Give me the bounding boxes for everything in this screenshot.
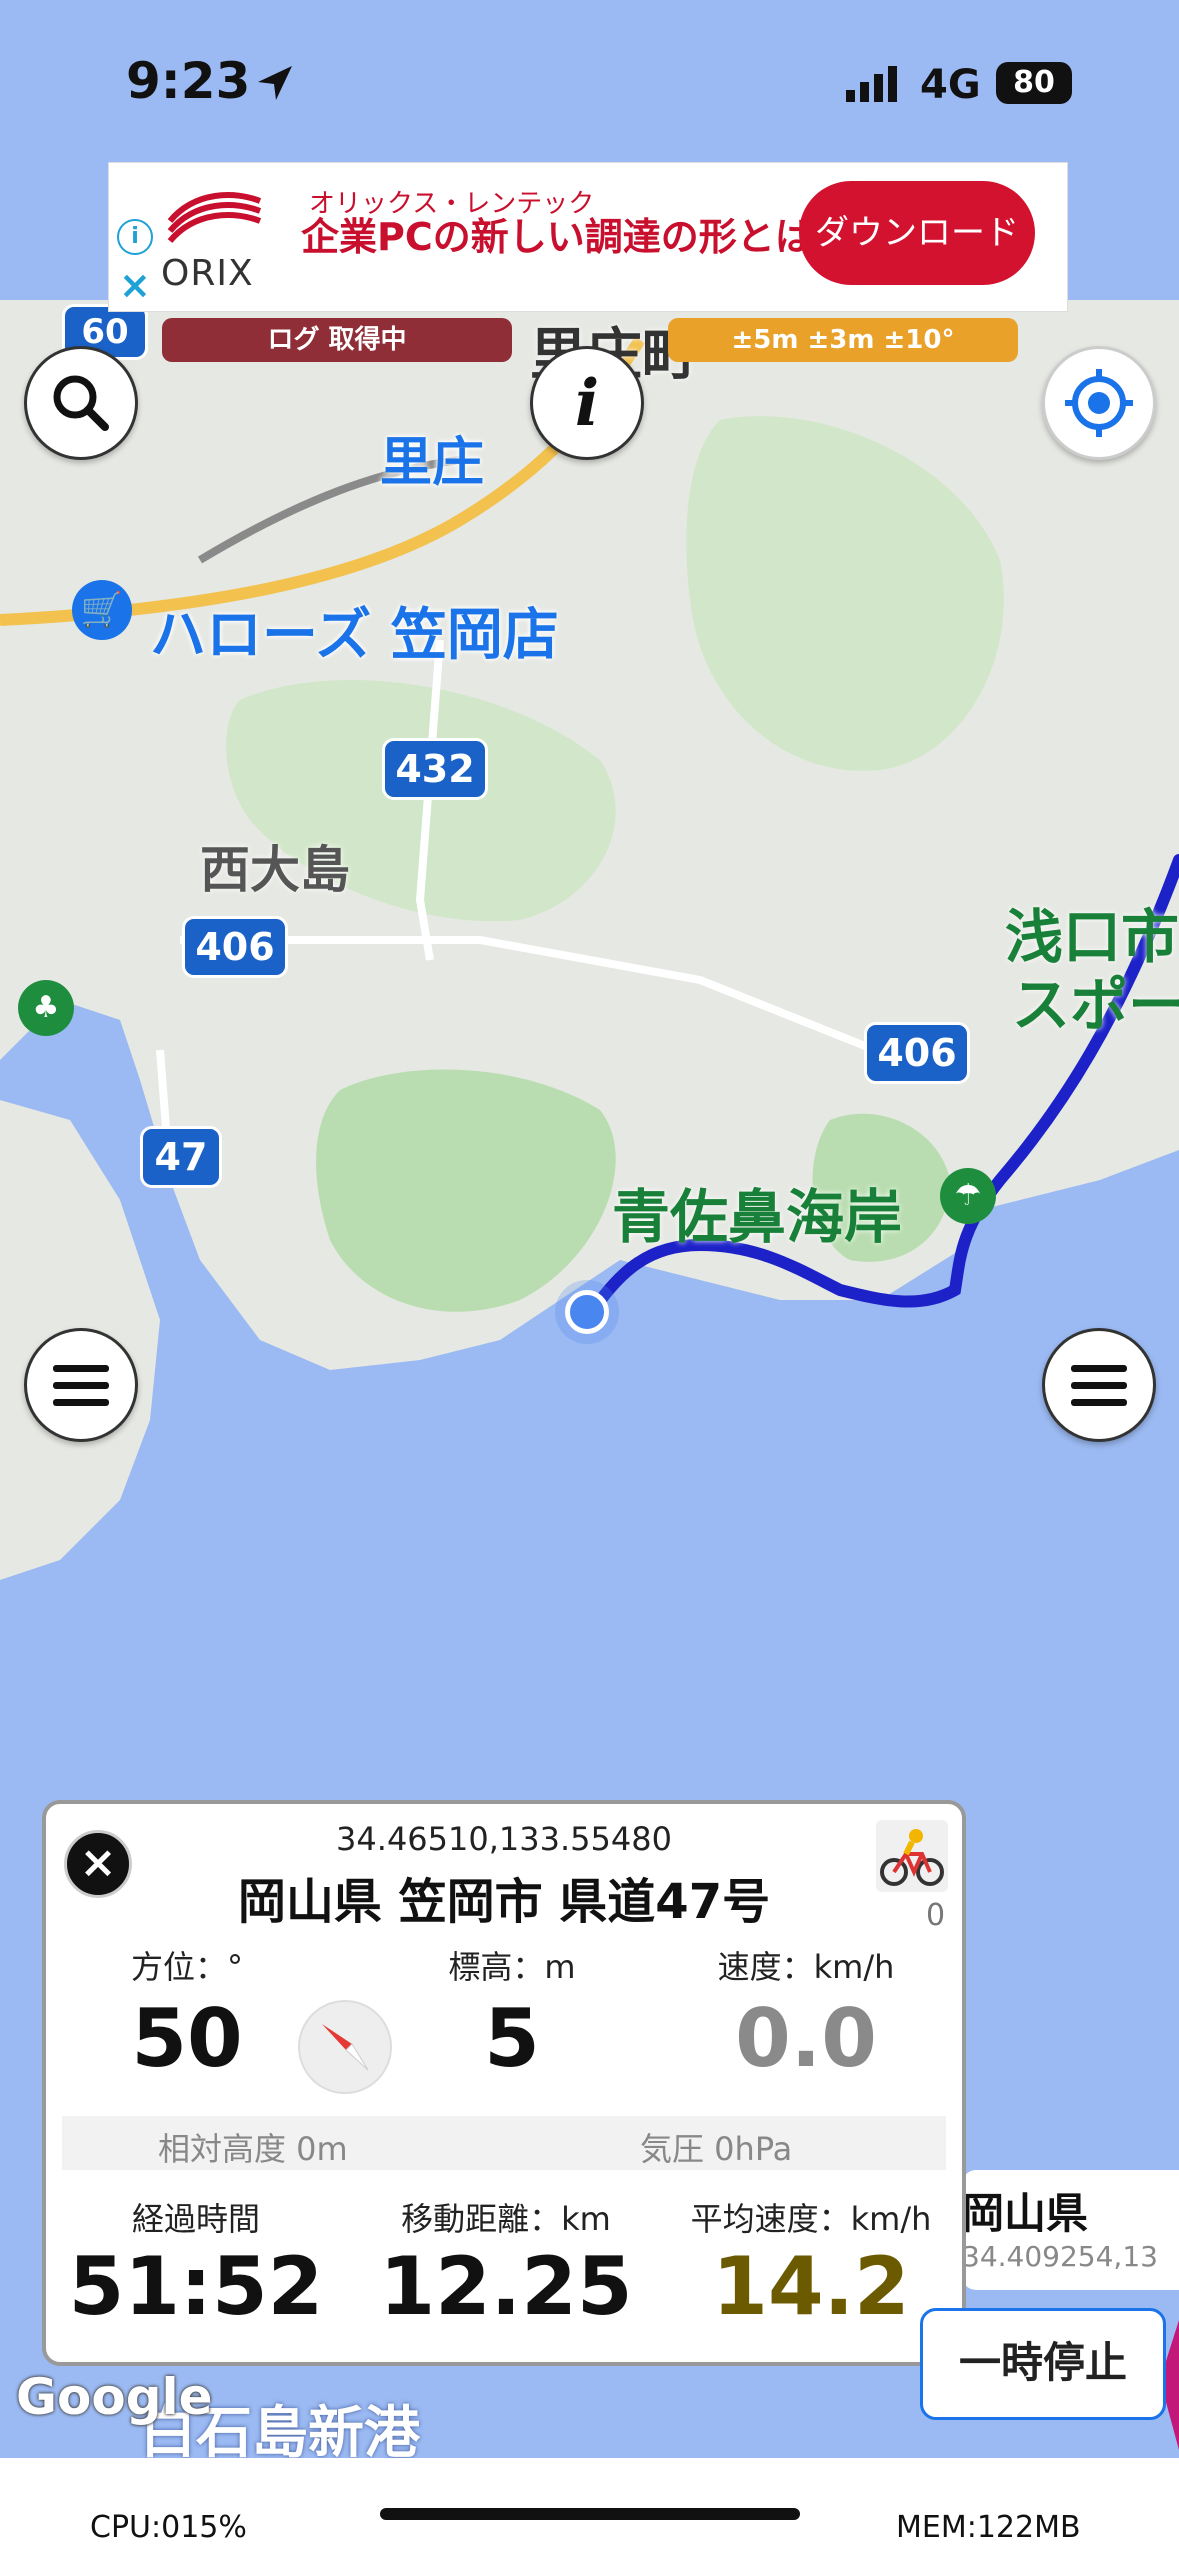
map-label-island: 西大島 <box>200 841 350 899</box>
home-indicator[interactable] <box>380 2508 800 2520</box>
left-menu-button[interactable] <box>24 1328 138 1442</box>
info-button[interactable]: i <box>530 346 644 460</box>
search-icon <box>53 375 109 431</box>
avg-speed-label: 平均速度：km/h <box>690 2200 932 2238</box>
altitude-value: 5 <box>484 1992 540 2085</box>
speed-label: 速度：km/h <box>717 1948 895 1986</box>
pref-coords: 34.409254,13 <box>962 2240 1158 2273</box>
status-time: 9:23 <box>126 52 251 110</box>
signal-icon <box>846 66 897 102</box>
avg-speed-value: 14.2 <box>712 2240 910 2333</box>
hamburger-icon <box>1071 1365 1127 1406</box>
cpu-usage: CPU:015% <box>90 2510 247 2545</box>
speed-value: 0.0 <box>735 1992 877 2085</box>
distance-value: 12.25 <box>379 2240 633 2333</box>
relative-altitude: 相対高度 0m <box>158 2130 348 2168</box>
bicycle-icon[interactable] <box>876 1820 948 1892</box>
map-label-coast: 青佐鼻海岸 <box>612 1183 903 1251</box>
memory-usage: MEM:122MB <box>896 2510 1081 2545</box>
google-logo: Google <box>16 2368 213 2426</box>
status-bar: 9:23 4G 80 <box>0 0 1179 160</box>
altitude-label: 標高：m <box>448 1948 576 1986</box>
route-shield-47: 47 <box>140 1126 222 1188</box>
route-shield-406: 406 <box>182 916 288 978</box>
sub-info-bar: 相対高度 0m 気圧 0hPa <box>62 2116 946 2170</box>
svg-text:i: i <box>575 366 599 441</box>
footer-bar: CPU:015% MEM:122MB <box>0 2458 1179 2556</box>
panel-address: 岡山県 笠岡市 県道47号 <box>237 1874 771 1930</box>
heading-label: 方位：° <box>130 1948 243 1986</box>
right-menu-button[interactable] <box>1042 1328 1156 1442</box>
panel-count: 0 <box>926 1898 946 1933</box>
ad-banner[interactable]: i × ORIX オリックス・レンテック 企業PCの新しい調達の形とは？ ダウン… <box>108 162 1068 312</box>
crosshair-icon <box>1065 369 1133 437</box>
prefecture-card[interactable]: 岡山県 34.409254,13 <box>962 2170 1179 2290</box>
panel-coordinates: 34.46510,133.55480 <box>336 1820 672 1858</box>
elapsed-label: 経過時間 <box>131 2200 260 2238</box>
tree-pin-icon: ♣ <box>18 980 74 1036</box>
locate-button[interactable] <box>1042 346 1156 460</box>
map-label-town: 里庄 <box>380 433 485 493</box>
map-label-store: ハローズ 笠岡店 <box>150 603 559 668</box>
park-pin-icon: ☂ <box>940 1168 996 1224</box>
ad-download-button[interactable]: ダウンロード <box>799 181 1035 285</box>
air-pressure: 気圧 0hPa <box>640 2130 793 2168</box>
ad-info-icon[interactable]: i <box>117 219 153 255</box>
network-type: 4G <box>920 62 981 108</box>
route-shield-432: 432 <box>382 738 488 800</box>
heading-value: 50 <box>131 1992 243 2085</box>
battery-icon: 80 <box>996 62 1072 104</box>
accuracy-badge: ±5m ±3m ±10° <box>668 318 1018 362</box>
map-label-park2: スポー <box>1012 971 1179 1039</box>
store-pin-icon: 🛒 <box>72 580 132 640</box>
orix-logo-icon <box>167 192 262 243</box>
compass-icon <box>298 2000 392 2094</box>
pref-name: 岡山県 <box>962 2189 1089 2238</box>
hamburger-icon <box>53 1365 109 1406</box>
ad-logo-text: ORIX <box>161 253 254 294</box>
pause-button[interactable]: 一時停止 <box>920 2308 1166 2420</box>
location-arrow-icon <box>258 66 292 100</box>
ad-close-icon[interactable]: × <box>119 263 151 307</box>
logging-status-badge: ログ 取得中 <box>162 318 512 362</box>
current-location-dot <box>565 1290 609 1334</box>
distance-label: 移動距離：km <box>401 2200 611 2238</box>
panel-close-button[interactable]: × <box>64 1830 132 1898</box>
route-shield-406: 406 <box>864 1022 970 1084</box>
trip-info-panel: 34.46510,133.55480 岡山県 笠岡市 県道47号 × 0 方位：… <box>42 1800 966 2366</box>
info-icon: i <box>575 366 599 441</box>
search-button[interactable] <box>24 346 138 460</box>
elapsed-value: 51:52 <box>68 2240 324 2333</box>
